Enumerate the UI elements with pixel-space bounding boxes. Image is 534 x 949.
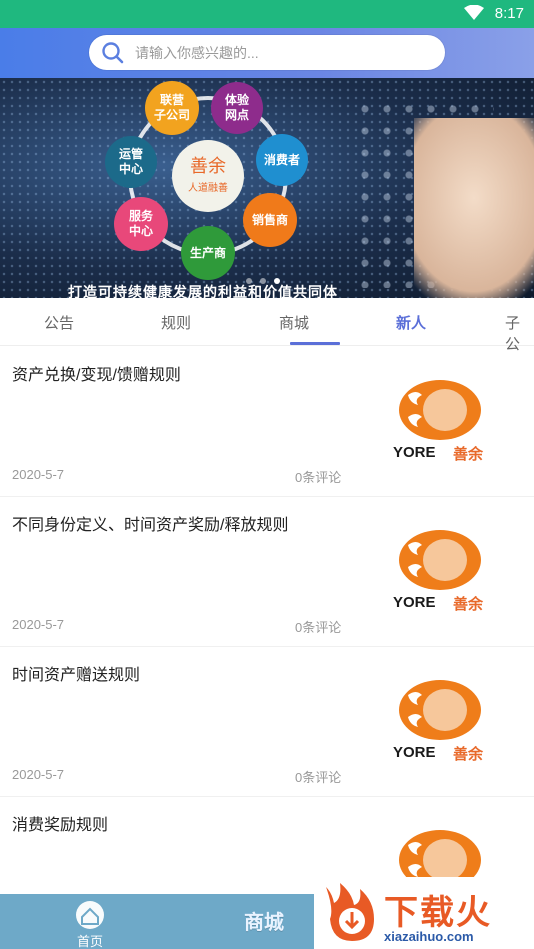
nav-home-label: 首页 xyxy=(76,934,103,949)
thumb-brand-text: YORE xyxy=(393,744,436,761)
svg-text:中心: 中心 xyxy=(119,161,143,176)
banner-caption: 打造可持续健康发展的利益和价值共同体 xyxy=(68,284,338,298)
ecosystem-wheel: 善余 人道融善 体验 网点 消费者 销售商 生产商 服务 中心 运管 中心 联营… xyxy=(105,81,308,280)
thumb-brand-cn: 善余 xyxy=(453,746,484,763)
nav-home[interactable]: 首页 xyxy=(70,900,110,949)
wifi-icon xyxy=(464,4,484,25)
wheel-center-subtitle: 人道融善 xyxy=(188,181,228,194)
wheel-center-title: 善余 xyxy=(190,156,226,176)
article-comments[interactable]: 0条评论 xyxy=(295,617,341,636)
svg-text:联营: 联营 xyxy=(160,92,184,107)
thumb-brand-text: YORE xyxy=(393,444,436,461)
article-title[interactable]: 消费奖励规则 xyxy=(12,811,108,835)
watermark-url: xiazaihuo.com xyxy=(384,929,474,944)
search-input[interactable]: 请输入你感兴趣的... xyxy=(135,43,259,63)
svg-text:子公司: 子公司 xyxy=(154,108,190,122)
svg-text:销售商: 销售商 xyxy=(252,212,288,227)
svg-text:中心: 中心 xyxy=(129,223,153,238)
tab-newcomer[interactable]: 新人 xyxy=(396,312,426,333)
thumb-brand-text: YORE xyxy=(393,594,436,611)
search-bar[interactable]: 请输入你感兴趣的... xyxy=(89,35,445,70)
svg-text:网点: 网点 xyxy=(225,107,249,122)
list-item[interactable]: 资产兑换/变现/馈赠规则 YORE 善余 2020-5-7 0条评论 xyxy=(0,347,534,497)
segment-ops: 运管 中心 xyxy=(105,136,157,188)
segment-service: 服务 中心 xyxy=(114,197,168,251)
svg-text:服务: 服务 xyxy=(129,208,154,223)
thumb-brand-cn: 善余 xyxy=(453,446,484,463)
svg-text:消费者: 消费者 xyxy=(264,152,300,167)
article-date: 2020-5-7 xyxy=(12,767,65,782)
list-item[interactable]: 不同身份定义、时间资产奖励/释放规则 YORE 善余 2020-5-7 0条评论 xyxy=(0,497,534,647)
banner-carousel[interactable]: 善余 人道融善 体验 网点 消费者 销售商 生产商 服务 中心 运管 中心 联营… xyxy=(0,78,534,298)
article-title[interactable]: 时间资产赠送规则 xyxy=(12,661,140,685)
watermark-brand: 下载火 xyxy=(384,894,492,932)
tab-announcement[interactable]: 公告 xyxy=(44,312,74,333)
svg-text:运管: 运管 xyxy=(119,146,143,161)
article-thumbnail[interactable]: YORE 善余 xyxy=(390,377,494,467)
article-title[interactable]: 资产兑换/变现/馈赠规则 xyxy=(12,361,181,385)
list-item[interactable]: 时间资产赠送规则 YORE 善余 2020-5-7 0条评论 xyxy=(0,647,534,797)
segment-seller: 销售商 xyxy=(243,193,297,247)
article-title[interactable]: 不同身份定义、时间资产奖励/释放规则 xyxy=(12,511,288,535)
status-time: 8:17 xyxy=(494,5,524,22)
home-icon xyxy=(76,901,104,929)
search-icon xyxy=(101,41,125,69)
thumb-brand-cn: 善余 xyxy=(453,596,484,613)
yore-logo-icon xyxy=(399,380,481,440)
segment-tiyan: 体验 网点 xyxy=(211,82,263,134)
article-date: 2020-5-7 xyxy=(12,467,65,482)
tab-mall[interactable]: 商城 xyxy=(279,312,309,333)
article-comments[interactable]: 0条评论 xyxy=(295,467,341,486)
segment-consumer: 消费者 xyxy=(256,134,308,186)
yore-logo-icon xyxy=(399,530,481,590)
article-list: 资产兑换/变现/馈赠规则 YORE 善余 2020-5-7 0条评论 不同身份定… xyxy=(0,347,534,894)
svg-text:生产商: 生产商 xyxy=(190,245,226,260)
nav-mall[interactable]: 商城 xyxy=(244,906,284,935)
article-thumbnail[interactable]: YORE 善余 xyxy=(390,527,494,617)
status-bar: 8:17 xyxy=(0,0,534,28)
svg-text:体验: 体验 xyxy=(225,92,250,107)
article-comments[interactable]: 0条评论 xyxy=(295,767,341,786)
tab-active-indicator xyxy=(290,342,340,345)
article-date: 2020-5-7 xyxy=(12,617,65,632)
tab-rules[interactable]: 规则 xyxy=(161,312,191,333)
flame-logo-icon xyxy=(326,883,374,941)
watermark: 下载火 xiazaihuo.com xyxy=(314,877,534,949)
segment-producer: 生产商 xyxy=(181,226,235,280)
article-thumbnail[interactable]: YORE 善余 xyxy=(390,677,494,767)
category-tabs: 公告 规则 商城 新人 子公 xyxy=(0,298,534,353)
yore-logo-icon xyxy=(399,680,481,740)
segment-subsidiary: 联营 子公司 xyxy=(145,81,199,135)
